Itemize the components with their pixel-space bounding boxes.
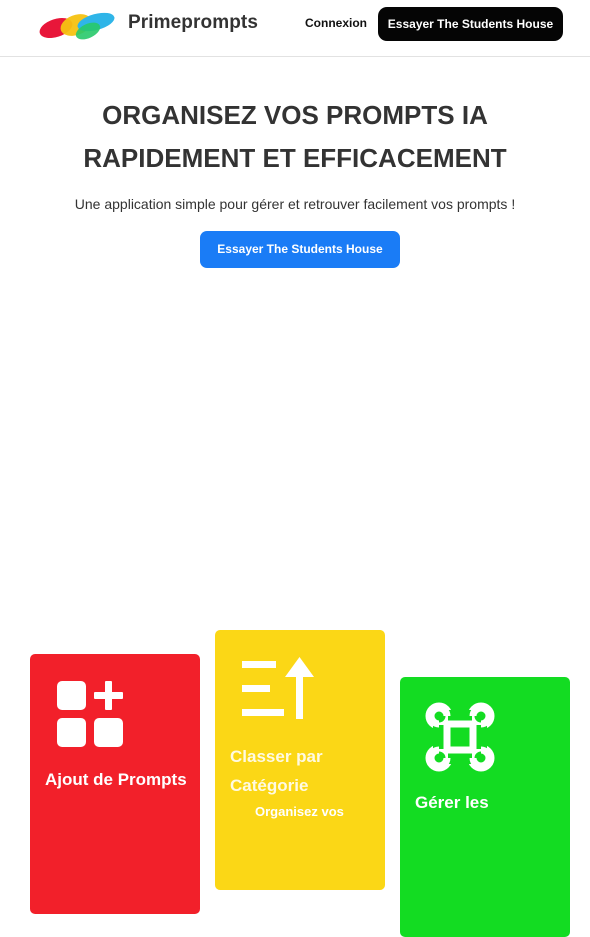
hero-title: ORGANISEZ VOS PROMPTS IA RAPIDEMENT ET E… [83,100,507,173]
add-grid-icon [57,681,123,747]
command-icon [425,702,495,772]
login-link[interactable]: Connexion [305,16,367,30]
feature-title: Gérer les [415,793,489,812]
hero-cta-button[interactable]: Essayer The Students House [200,231,400,268]
feature-title: Classer par Catégorie [230,747,323,795]
primeprompts-logo-icon[interactable] [38,10,120,40]
sort-icon [242,657,314,719]
site-header: Primeprompts Connexion Essayer The Stude… [0,0,590,57]
feature-title: Ajout de Prompts [45,770,187,789]
feature-description: Organisez vos [255,804,344,819]
brand-name[interactable]: Primeprompts [128,12,258,34]
hero-subtitle: Une application simple pour gérer et ret… [74,196,516,212]
header-cta-button[interactable]: Essayer The Students House [378,7,563,41]
feature-card-classify: Classer par Catégorie Organisez vos [215,630,385,890]
feature-card-add-prompts: Ajout de Prompts [30,654,200,914]
feature-card-manage: Gérer les [400,677,570,937]
